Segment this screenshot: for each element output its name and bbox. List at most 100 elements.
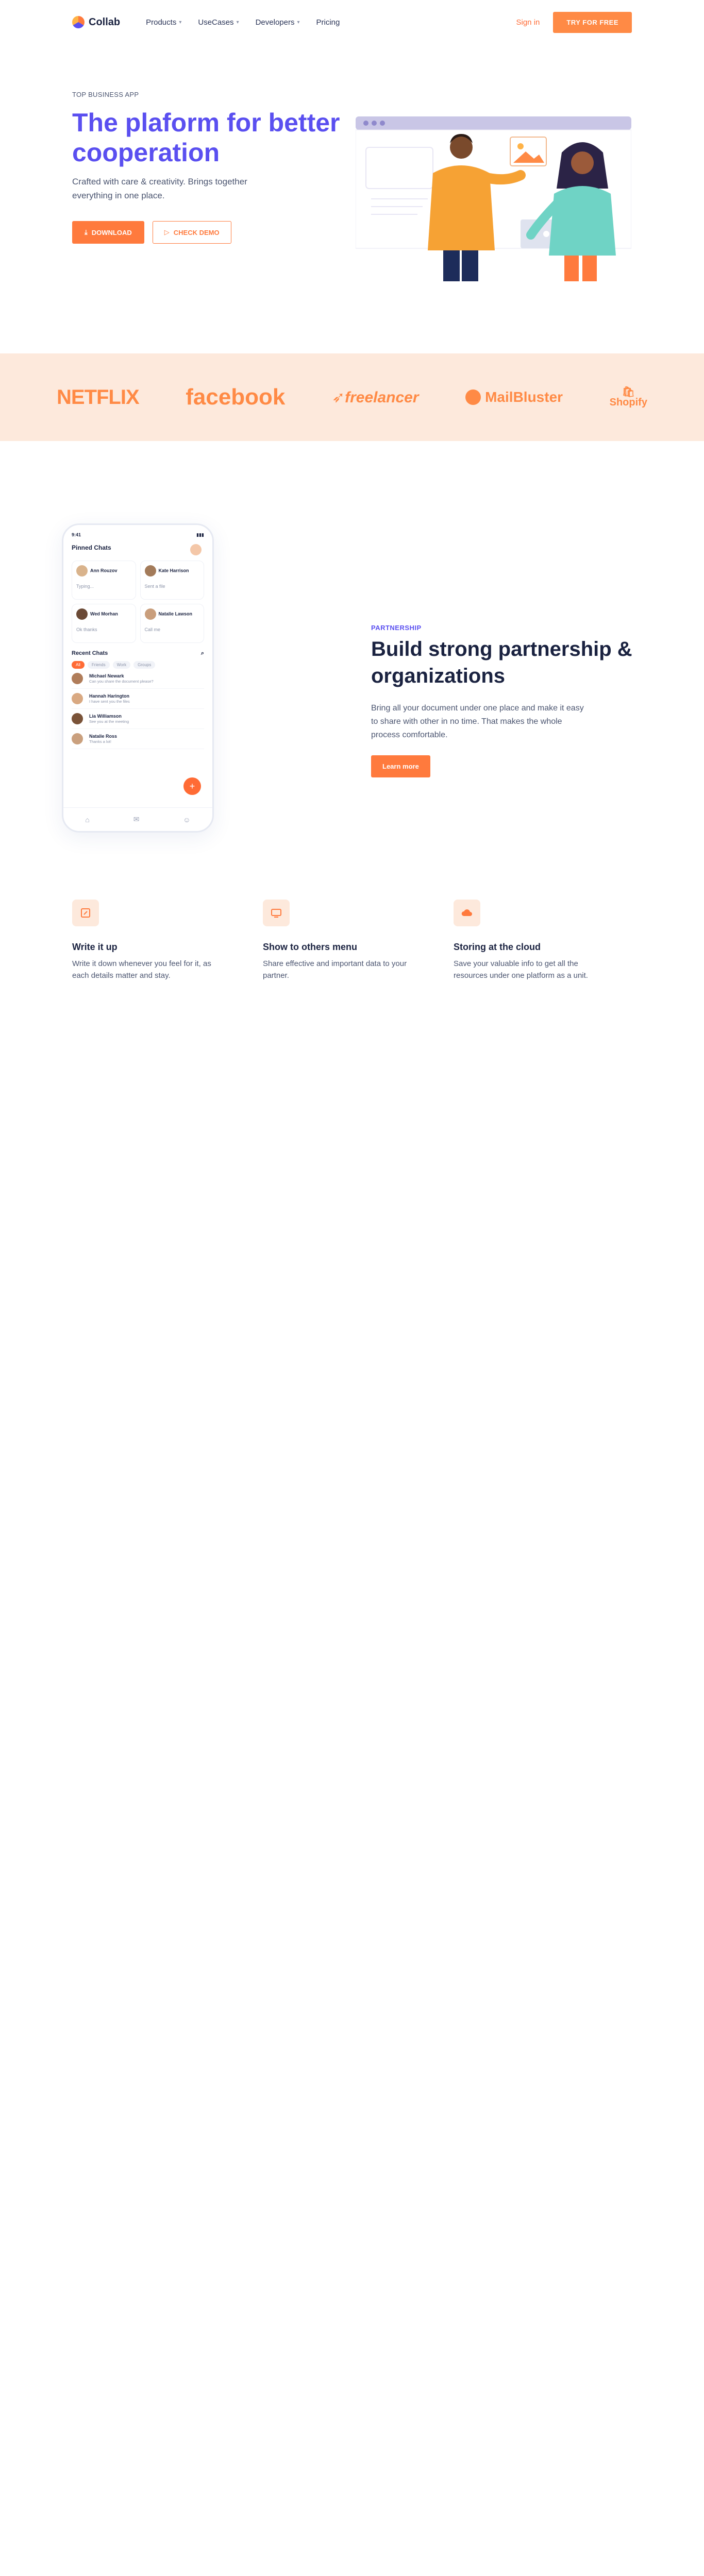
partnership-body: Bring all your document under one place … <box>371 704 584 739</box>
chevron-down-icon: ▾ <box>236 19 239 25</box>
pinned-name: Kate Harrison <box>158 568 189 573</box>
hero-title: The plaform for better cooperation <box>72 108 340 167</box>
phone-time: 9:41 <box>72 532 81 537</box>
feature-body: Save your valuable info to get all the r… <box>454 959 588 980</box>
pinned-card[interactable]: Kate Harrison Sent a file <box>140 561 204 600</box>
mailbluster-icon <box>465 389 481 405</box>
recent-title: Recent Chats <box>72 650 108 656</box>
avatar <box>72 693 83 704</box>
chat-icon[interactable]: ✉ <box>133 815 140 824</box>
pinned-card[interactable]: Natalie Lawson Call me <box>140 604 204 643</box>
brand-name: Collab <box>89 16 121 28</box>
partnership-title: Build strong partnership & organizations <box>371 638 632 687</box>
demo-label: CHECK DEMO <box>173 228 220 236</box>
brand-logo[interactable]: Collab <box>72 16 120 28</box>
play-icon: ▷ <box>164 228 170 236</box>
avatar <box>144 608 156 620</box>
pinned-sub: Ok thanks <box>76 627 97 632</box>
plus-icon: + <box>189 781 195 791</box>
shopify-logo: 🛍 Shopify <box>610 387 647 408</box>
list-item[interactable]: Michael Newark Can you share the document… <box>72 669 204 689</box>
download-label: DOWNLOAD <box>91 228 132 236</box>
signal-icon: ▮▮▮ <box>196 532 204 537</box>
edit-icon <box>72 900 99 926</box>
avatar <box>76 608 88 620</box>
tab-all[interactable]: All <box>72 661 85 669</box>
shopify-bag-icon: 🛍 <box>622 386 635 398</box>
feature-body: Write it down whenever you feel for it, … <box>72 959 211 980</box>
hero-illustration <box>356 116 631 281</box>
site-header: Collab Products ▾ UseCases ▾ Developers ▾ P… <box>0 0 704 44</box>
freelancer-logo: ➶freelancer <box>332 388 419 406</box>
pinned-card[interactable]: Wed Morhan Ok thanks <box>72 604 136 643</box>
tab-friends[interactable]: Friends <box>87 661 110 669</box>
download-icon: ⤓ <box>85 228 88 236</box>
nav-products[interactable]: Products ▾ <box>146 18 181 27</box>
check-demo-button[interactable]: ▷ CHECK DEMO <box>152 221 231 244</box>
netflix-logo: NETFLIX <box>57 385 140 409</box>
avatar <box>144 565 156 577</box>
nav-label: Products <box>146 18 177 27</box>
partner-logos: NETFLIX facebook ➶freelancer MailBluster… <box>0 353 704 441</box>
list-item[interactable]: Natalie Ross Thanks a lot! <box>72 729 204 749</box>
chat-name: Michael Newark <box>89 673 124 679</box>
pinned-grid: Ann Rouzov Typing... Kate Harrison Sent a … <box>72 561 204 643</box>
home-icon[interactable]: ⌂ <box>85 816 89 824</box>
chat-message: See you at the meeting <box>89 719 129 724</box>
header-actions: Sign in TRY FOR FREE <box>516 11 632 33</box>
chevron-down-icon: ▾ <box>297 19 300 25</box>
partnership-section: 9:41 ▮▮▮ Pinned Chats Ann Rouzov Typing...… <box>0 441 704 833</box>
nav-developers[interactable]: Developers ▾ <box>256 18 300 27</box>
cloud-icon <box>454 900 480 926</box>
avatar <box>72 733 83 744</box>
partnership-kicker: PARTNERSHIP <box>371 624 422 632</box>
signin-link[interactable]: Sign in <box>516 18 540 27</box>
download-button[interactable]: ⤓ DOWNLOAD <box>72 221 144 244</box>
mailbluster-logo: MailBluster <box>465 389 563 405</box>
feature-card: Storing at the cloud Save your valuable … <box>454 900 608 1000</box>
chat-name: Hannah Harington <box>89 693 129 699</box>
tab-groups[interactable]: Groups <box>133 661 156 669</box>
profile-icon[interactable]: ☺ <box>183 816 190 824</box>
try-free-button[interactable]: TRY FOR FREE <box>553 11 632 33</box>
avatar <box>72 713 83 724</box>
partnership-copy: PARTNERSHIP Build strong partnership & o… <box>371 624 639 777</box>
chat-tabs: All Friends Work Groups <box>72 661 204 669</box>
search-icon[interactable]: ⌕ <box>201 650 204 657</box>
tab-work[interactable]: Work <box>112 661 131 669</box>
nav-usecases[interactable]: UseCases ▾ <box>198 18 239 27</box>
chat-name: Lia Williamson <box>89 714 122 719</box>
pinned-sub: Call me <box>144 627 161 632</box>
feature-card: Write it up Write it down whenever you f… <box>72 900 227 1000</box>
learn-more-button[interactable]: Learn more <box>371 755 430 777</box>
chat-name: Natalie Ross <box>89 734 118 739</box>
list-item[interactable]: Lia Williamson See you at the meeting <box>72 709 204 729</box>
feature-card: Show to others menu Share effective and … <box>263 900 417 1000</box>
avatar <box>72 673 83 684</box>
phone-status-bar: 9:41 ▮▮▮ <box>72 532 204 538</box>
feature-title: Write it up <box>72 942 118 952</box>
main-nav: Products ▾ UseCases ▾ Developers ▾ Pricing <box>146 18 340 27</box>
feature-title: Show to others menu <box>263 942 358 952</box>
pinned-header: Pinned Chats <box>72 544 204 555</box>
list-item[interactable]: Hannah Harington I have sent you the file… <box>72 689 204 709</box>
pinned-name: Natalie Lawson <box>158 611 193 617</box>
phone-mockup: 9:41 ▮▮▮ Pinned Chats Ann Rouzov Typing...… <box>62 523 214 833</box>
compose-fab[interactable]: + <box>183 777 201 795</box>
facebook-logo: facebook <box>186 384 286 410</box>
hero-section: TOP BUSINESS APP The plaform for better … <box>0 44 704 312</box>
logo-mark-icon <box>72 16 85 28</box>
shopify-wordmark: Shopify <box>609 397 647 408</box>
nav-label: Pricing <box>316 18 340 27</box>
pinned-name: Wed Morhan <box>90 611 118 617</box>
chevron-down-icon: ▾ <box>179 19 182 25</box>
pinned-name: Ann Rouzov <box>90 568 118 573</box>
avatar[interactable] <box>190 544 202 555</box>
pinned-card[interactable]: Ann Rouzov Typing... <box>72 561 136 600</box>
freelancer-bird-icon: ➶ <box>331 388 345 406</box>
nav-pricing[interactable]: Pricing <box>316 18 340 27</box>
chat-message: Thanks a lot! <box>89 739 111 744</box>
phone-tabbar: ⌂ ✉ ☺ <box>63 807 212 831</box>
pinned-sub: Typing... <box>76 584 94 589</box>
mailbluster-wordmark: MailBluster <box>485 389 563 405</box>
